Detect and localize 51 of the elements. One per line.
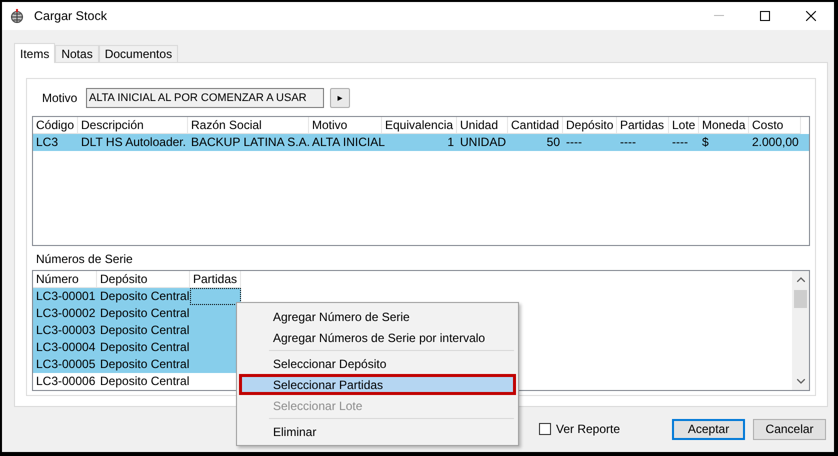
menu-item[interactable]: Seleccionar Partidas (239, 374, 516, 395)
tab[interactable]: Notas (55, 45, 99, 62)
table-cell[interactable]: Deposito Central (97, 288, 190, 305)
table-cell[interactable]: Deposito Central (97, 373, 190, 390)
table-cell-text: 2.000,00 (751, 134, 800, 151)
checkbox[interactable] (539, 423, 551, 435)
table-cell[interactable]: LC3-00003 (33, 322, 97, 339)
scrollbar[interactable] (792, 271, 809, 390)
menu-item[interactable]: Agregar Número de Serie (239, 306, 516, 327)
table-cell-text: $ (701, 134, 710, 151)
table-cell[interactable]: Deposito Central (97, 322, 190, 339)
app-icon (10, 9, 24, 23)
table-cell[interactable]: Deposito Central (97, 356, 190, 373)
scroll-down-icon[interactable] (796, 379, 804, 384)
table-cell-text: BACKUP LATINA S.A. (190, 134, 309, 151)
tab[interactable]: Documentos (98, 45, 178, 62)
table-cell[interactable]: LC3-00002 (33, 305, 97, 322)
table-cell-text: ---- (671, 134, 689, 151)
table-cell-text: DLT HS Autoloader. (80, 134, 187, 151)
table-cell[interactable]: Deposito Central (97, 339, 190, 356)
arrow-button[interactable]: ▸ (330, 88, 350, 108)
menu-item[interactable]: Eliminar (239, 421, 516, 442)
table-cell-text: 50 (546, 134, 561, 151)
dialog-button[interactable]: Aceptar (672, 418, 746, 440)
table-cell[interactable]: LC3-00001 (33, 288, 97, 305)
dialog-button[interactable]: Cancelar (753, 418, 826, 440)
serials-label: Números de Serie (36, 252, 134, 266)
table-cell[interactable]: LC3-00005 (33, 356, 97, 373)
minimize-icon (714, 15, 724, 17)
scrollbar-thumb[interactable] (794, 290, 807, 308)
maximize-icon (760, 11, 770, 21)
table-cell[interactable] (190, 288, 241, 305)
table-cell[interactable]: LC3-00006 (33, 373, 97, 390)
close-icon (806, 11, 816, 21)
menu-item[interactable]: Seleccionar Depósito (239, 353, 516, 374)
table-cell[interactable]: Deposito Central (97, 305, 190, 322)
table-cell-text: 1 (446, 134, 455, 151)
menu-item[interactable]: Agregar Números de Serie por intervalo (239, 327, 516, 348)
table-cell-text: ALTA INICIAL (311, 134, 382, 151)
table-cell-text: ---- (565, 134, 583, 151)
motivo-field[interactable]: ALTA INICIAL AL POR COMENZAR A USAR (86, 88, 324, 108)
table-cell[interactable]: LC3-00004 (33, 339, 97, 356)
table-cell-text: ---- (619, 134, 637, 151)
window-title: Cargar Stock (34, 9, 108, 23)
table-cell-text: UNIDAD (459, 134, 508, 151)
checkbox-label: Ver Reporte (556, 422, 620, 436)
scroll-up-icon[interactable] (796, 277, 804, 282)
tab[interactable]: Items (14, 43, 56, 63)
table-row[interactable]: LC3 DLT HS Autoloader. BACKUP LATINA S.A. ALTA INICIAL 1 UNIDAD 50 ---- ---- ---- $ 2.000,00 (33, 134, 809, 151)
motivo-label: Motivo (42, 91, 78, 105)
table-cell-text: LC3 (35, 134, 60, 151)
